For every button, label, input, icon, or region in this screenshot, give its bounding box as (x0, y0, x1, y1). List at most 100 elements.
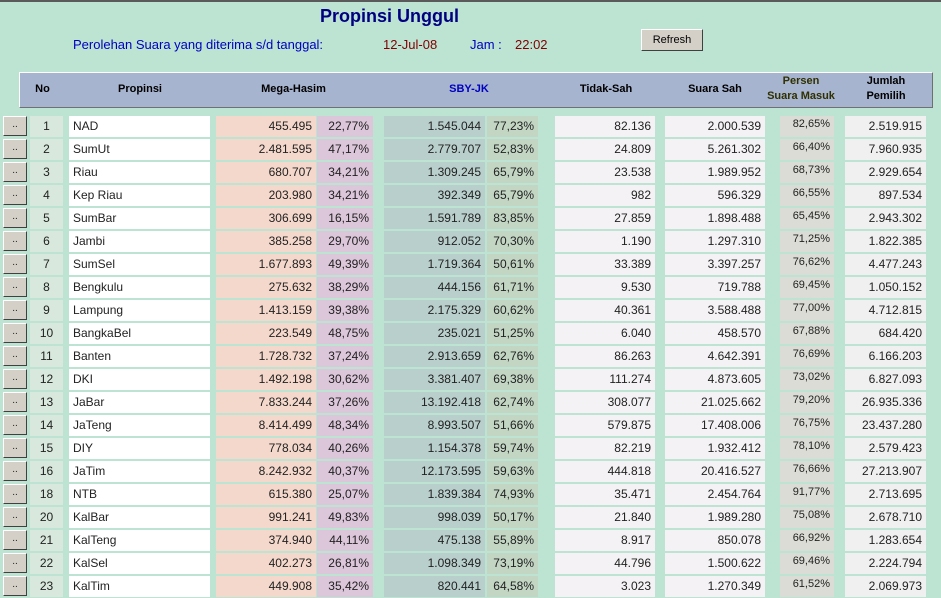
cell-sby-jk: 3.381.407 (384, 369, 485, 390)
row-detail-button[interactable]: .. (3, 185, 27, 205)
cell-mega-hasim-pct: 37,26% (317, 392, 373, 413)
cell-mega-hasim-pct: 40,37% (317, 461, 373, 482)
cell-propinsi: Riau (69, 162, 210, 183)
row-detail-button[interactable]: .. (3, 576, 27, 596)
row-detail-button[interactable]: .. (3, 116, 27, 136)
cell-jumlah: 1.822.385 (845, 231, 926, 252)
cell-sby-jk: 912.052 (384, 231, 485, 252)
cell-propinsi: Kep Riau (69, 185, 210, 206)
cell-sby-jk: 1.154.378 (384, 438, 485, 459)
jam-label: Jam : (470, 37, 502, 52)
cell-mega-hasim-pct: 49,39% (317, 254, 373, 275)
cell-suara-sah: 1.898.488 (665, 208, 765, 229)
row-detail-button[interactable]: .. (3, 254, 27, 274)
cell-persen: 71,25% (780, 231, 834, 252)
cell-sby-jk-pct: 50,17% (487, 507, 538, 528)
row-detail-button[interactable]: .. (3, 369, 27, 389)
cell-sby-jk-pct: 52,83% (487, 139, 538, 160)
cell-sby-jk-pct: 65,79% (487, 162, 538, 183)
cell-suara-sah: 596.329 (665, 185, 765, 206)
row-detail-button[interactable]: .. (3, 346, 27, 366)
time-value: 22:02 (515, 37, 548, 52)
cell-sby-jk: 2.913.659 (384, 346, 485, 367)
cell-sby-jk-pct: 74,93% (487, 484, 538, 505)
cell-persen: 69,46% (780, 553, 834, 574)
cell-jumlah: 2.678.710 (845, 507, 926, 528)
cell-propinsi: KalSel (69, 553, 210, 574)
cell-mega-hasim: 402.273 (216, 553, 316, 574)
cell-mega-hasim-pct: 39,38% (317, 300, 373, 321)
cell-sby-jk-pct: 59,74% (487, 438, 538, 459)
cell-propinsi: SumUt (69, 139, 210, 160)
cell-mega-hasim: 275.632 (216, 277, 316, 298)
cell-propinsi: NTB (69, 484, 210, 505)
row-detail-button[interactable]: .. (3, 392, 27, 412)
cell-propinsi: Banten (69, 346, 210, 367)
table-row: .. 21 KalTeng 374.940 44,11% 475.138 55,89% 8.9… (0, 530, 941, 551)
cell-no: 3 (30, 162, 63, 183)
cell-propinsi: KalTeng (69, 530, 210, 551)
cell-tidak-sah: 9.530 (555, 277, 655, 298)
table-row: .. 13 JaBar 7.833.244 37,26% 13.192.418 62,74%… (0, 392, 941, 413)
row-detail-button[interactable]: .. (3, 231, 27, 251)
cell-sby-jk: 444.156 (384, 277, 485, 298)
cell-suara-sah: 2.454.764 (665, 484, 765, 505)
cell-no: 11 (30, 346, 63, 367)
table-row: .. 3 Riau 680.707 34,21% 1.309.245 65,79% 23.53… (0, 162, 941, 183)
table-row: .. 23 KalTim 449.908 35,42% 820.441 64,58% 3.02… (0, 576, 941, 597)
cell-jumlah: 27.213.907 (845, 461, 926, 482)
row-detail-button[interactable]: .. (3, 300, 27, 320)
refresh-button[interactable]: Refresh (641, 29, 703, 51)
row-detail-button[interactable]: .. (3, 323, 27, 343)
row-detail-button[interactable]: .. (3, 484, 27, 504)
cell-persen: 76,75% (780, 415, 834, 436)
cell-suara-sah: 5.261.302 (665, 139, 765, 160)
cell-persen: 66,40% (780, 139, 834, 160)
cell-suara-sah: 3.397.257 (665, 254, 765, 275)
cell-mega-hasim-pct: 26,81% (317, 553, 373, 574)
cell-mega-hasim-pct: 48,34% (317, 415, 373, 436)
cell-suara-sah: 458.570 (665, 323, 765, 344)
page-title: Propinsi Unggul (320, 6, 459, 26)
cell-sby-jk-pct: 50,61% (487, 254, 538, 275)
cell-no: 10 (30, 323, 63, 344)
cell-mega-hasim-pct: 40,26% (317, 438, 373, 459)
cell-suara-sah: 17.408.006 (665, 415, 765, 436)
cell-no: 2 (30, 139, 63, 160)
cell-mega-hasim-pct: 47,17% (317, 139, 373, 160)
cell-mega-hasim: 1.677.893 (216, 254, 316, 275)
cell-sby-jk-pct: 73,19% (487, 553, 538, 574)
cell-tidak-sah: 3.023 (555, 576, 655, 597)
cell-tidak-sah: 579.875 (555, 415, 655, 436)
cell-sby-jk: 1.098.349 (384, 553, 485, 574)
cell-sby-jk-pct: 59,63% (487, 461, 538, 482)
row-detail-button[interactable]: .. (3, 438, 27, 458)
row-detail-button[interactable]: .. (3, 277, 27, 297)
row-detail-button[interactable]: .. (3, 415, 27, 435)
row-detail-button[interactable]: .. (3, 461, 27, 481)
row-detail-button[interactable]: .. (3, 507, 27, 527)
cell-suara-sah: 4.873.605 (665, 369, 765, 390)
cell-tidak-sah: 21.840 (555, 507, 655, 528)
table-row: .. 5 SumBar 306.699 16,15% 1.591.789 83,85% 27.… (0, 208, 941, 229)
table-row: .. 16 JaTim 8.242.932 40,37% 12.173.595 59,63%… (0, 461, 941, 482)
cell-persen: 69,45% (780, 277, 834, 298)
cell-mega-hasim: 680.707 (216, 162, 316, 183)
cell-suara-sah: 719.788 (665, 277, 765, 298)
row-detail-button[interactable]: .. (3, 208, 27, 228)
row-detail-button[interactable]: .. (3, 162, 27, 182)
row-detail-button[interactable]: .. (3, 139, 27, 159)
cell-jumlah: 4.712.815 (845, 300, 926, 321)
cell-suara-sah: 3.588.488 (665, 300, 765, 321)
cell-no: 21 (30, 530, 63, 551)
cell-sby-jk: 392.349 (384, 185, 485, 206)
cell-tidak-sah: 33.389 (555, 254, 655, 275)
cell-tidak-sah: 111.274 (555, 369, 655, 390)
cell-propinsi: Jambi (69, 231, 210, 252)
header-sby-jk: SBY-JK (449, 83, 489, 95)
table-row: .. 14 JaTeng 8.414.499 48,34% 8.993.507 51,66%… (0, 415, 941, 436)
table-row: .. 22 KalSel 402.273 26,81% 1.098.349 73,19% 44… (0, 553, 941, 574)
cell-sby-jk: 998.039 (384, 507, 485, 528)
row-detail-button[interactable]: .. (3, 530, 27, 550)
row-detail-button[interactable]: .. (3, 553, 27, 573)
